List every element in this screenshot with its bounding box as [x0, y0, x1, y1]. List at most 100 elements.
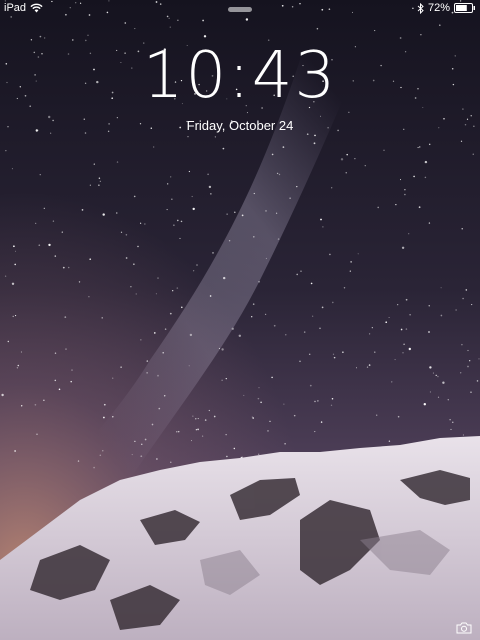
star — [89, 184, 91, 186]
star — [15, 315, 17, 317]
star — [88, 295, 90, 298]
star — [163, 395, 166, 397]
star — [188, 365, 190, 367]
star — [467, 349, 469, 352]
star — [168, 17, 170, 19]
star — [177, 430, 180, 433]
star — [439, 24, 441, 26]
star — [449, 419, 451, 421]
star — [156, 458, 158, 460]
bluetooth-icon — [417, 2, 424, 14]
star — [176, 431, 178, 433]
star — [103, 416, 105, 419]
star — [238, 334, 241, 337]
star — [223, 276, 226, 280]
star — [293, 414, 296, 417]
star — [197, 428, 199, 431]
star — [39, 35, 42, 38]
star — [273, 324, 276, 327]
star — [314, 400, 316, 403]
star — [402, 352, 404, 354]
star — [16, 367, 19, 369]
star — [331, 187, 333, 189]
star — [476, 380, 479, 382]
battery-percent: 72% — [427, 2, 450, 14]
star — [447, 399, 449, 401]
camera-icon[interactable] — [456, 622, 472, 634]
star — [180, 220, 183, 223]
star — [452, 421, 454, 423]
star — [36, 433, 38, 435]
star — [331, 398, 334, 400]
star — [403, 343, 405, 346]
star — [98, 184, 100, 186]
star — [65, 348, 67, 350]
star — [54, 255, 57, 257]
star — [210, 193, 212, 195]
star — [420, 34, 422, 36]
star — [260, 401, 262, 404]
star — [187, 136, 189, 138]
notification-grabber[interactable] — [228, 7, 252, 12]
star — [48, 243, 51, 247]
star — [364, 165, 366, 167]
star — [278, 173, 281, 176]
star — [478, 358, 480, 360]
star — [418, 206, 421, 209]
star — [383, 149, 385, 151]
star — [349, 270, 351, 272]
star — [460, 140, 463, 142]
star — [462, 108, 464, 110]
star — [7, 340, 10, 343]
star — [257, 397, 260, 400]
star — [376, 414, 378, 416]
star — [469, 360, 471, 362]
star — [465, 289, 468, 291]
star — [418, 146, 421, 148]
star — [432, 372, 434, 374]
star — [112, 416, 114, 418]
star — [203, 35, 207, 38]
star — [348, 111, 350, 113]
star — [300, 270, 302, 272]
star — [54, 352, 57, 354]
battery-icon — [454, 3, 475, 13]
star — [332, 353, 335, 355]
star — [85, 39, 87, 42]
lock-screen-time: 10:43 — [142, 39, 338, 113]
star — [251, 416, 253, 418]
star — [399, 37, 402, 39]
star — [329, 253, 331, 256]
star — [333, 356, 336, 359]
star — [112, 377, 114, 379]
star — [43, 399, 45, 401]
star — [14, 263, 16, 266]
star — [158, 407, 161, 410]
star — [401, 246, 405, 249]
star — [316, 27, 319, 30]
star — [209, 295, 212, 297]
star — [405, 328, 408, 330]
star — [162, 351, 164, 354]
star — [214, 136, 216, 138]
star — [191, 195, 193, 198]
star — [395, 204, 397, 206]
star — [71, 369, 73, 371]
star — [144, 223, 146, 225]
star — [404, 193, 406, 196]
star — [120, 366, 122, 368]
star — [137, 245, 139, 248]
star — [52, 220, 55, 222]
star — [408, 233, 410, 235]
star — [67, 266, 70, 269]
star — [176, 287, 179, 289]
star — [428, 143, 431, 146]
star — [195, 418, 197, 420]
star — [306, 133, 309, 136]
star — [320, 421, 323, 423]
star — [101, 317, 103, 319]
star — [189, 333, 193, 337]
star — [252, 303, 255, 305]
star — [413, 175, 415, 178]
star — [462, 297, 464, 300]
